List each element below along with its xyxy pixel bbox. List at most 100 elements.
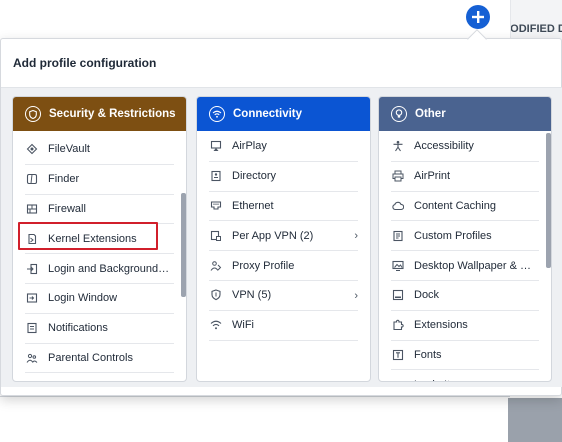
profile-item-per-app-vpn-2[interactable]: Per App VPN (2) › xyxy=(209,221,358,252)
profile-item-label: Finder xyxy=(48,173,80,186)
profile-item-label: Proxy Profile xyxy=(232,259,295,272)
proxy-icon xyxy=(209,259,223,273)
plus-icon xyxy=(472,11,484,23)
wifi-icon xyxy=(209,106,225,122)
profile-item-firewall[interactable]: Firewall xyxy=(25,195,174,225)
content-caching-icon xyxy=(391,199,405,213)
profile-item-wifi[interactable]: WiFi xyxy=(209,311,358,341)
login-window-icon xyxy=(25,291,39,305)
profile-item-label: AirPrint xyxy=(414,170,451,183)
profile-item-ethernet[interactable]: Ethernet xyxy=(209,192,358,222)
profile-item-label: Content Caching xyxy=(414,199,496,212)
profile-item-label: Desktop Wallpaper & S... xyxy=(414,259,536,272)
profile-item-extensions[interactable]: Extensions xyxy=(391,311,539,341)
profile-item-label: Kernel Extensions xyxy=(48,232,137,245)
security-restrictions-title: Security & Restrictions xyxy=(49,108,176,120)
connectivity-header: Connectivity xyxy=(197,97,370,131)
kernel-extension-icon xyxy=(25,232,39,246)
airplay-icon xyxy=(209,139,223,153)
connectivity-title: Connectivity xyxy=(233,108,303,120)
profile-item-label: Directory xyxy=(232,170,277,183)
profile-item-label: Per App VPN (2) xyxy=(232,229,314,242)
extensions-icon xyxy=(391,318,405,332)
airprint-icon xyxy=(391,169,405,183)
profile-item-filevault[interactable]: FileVault xyxy=(25,135,174,165)
profile-item-login-items[interactable]: Login Items xyxy=(391,370,539,381)
profile-item-label: Extensions xyxy=(414,319,468,332)
add-profile-button[interactable] xyxy=(466,5,490,29)
other-header: Other xyxy=(379,97,551,131)
profile-item-kernel-extensions[interactable]: Kernel Extensions xyxy=(25,224,174,255)
profile-item-label: Accessibility xyxy=(414,140,474,153)
add-profile-popover: Add profile configuration Security & Res… xyxy=(0,38,562,396)
shield-icon xyxy=(25,106,41,122)
notifications-icon xyxy=(25,321,39,335)
dock-icon xyxy=(391,288,405,302)
popover-title: Add profile configuration xyxy=(13,56,157,70)
profile-item-label: Login Items xyxy=(414,379,471,381)
chevron-right-icon: › xyxy=(354,289,358,302)
profile-item-directory[interactable]: Directory xyxy=(209,162,358,192)
profile-item-label: Parental Controls xyxy=(48,351,133,364)
profile-item-parental-controls[interactable]: Parental Controls xyxy=(25,344,174,374)
lightbulb-icon xyxy=(391,106,407,122)
profile-item-label: AirPlay xyxy=(232,140,267,153)
profile-item-vpn-5[interactable]: VPN (5) › xyxy=(209,281,358,311)
parental-controls-icon xyxy=(25,351,39,365)
profile-item-label: Custom Profiles xyxy=(414,229,492,242)
profile-item-label: VPN (5) xyxy=(232,289,272,302)
security-restrictions-card: Security & Restrictions FileVault Finder F… xyxy=(12,96,187,382)
accessibility-icon xyxy=(391,139,405,153)
filevault-icon xyxy=(25,142,39,156)
wallpaper-icon xyxy=(391,259,405,273)
security-scrollbar[interactable] xyxy=(181,193,186,297)
security-restrictions-list: FileVault Finder Firewall Kernel Extensions… xyxy=(13,135,186,382)
connectivity-list: AirPlay Directory Ethernet Per App VPN (2) ›… xyxy=(197,132,370,341)
firewall-icon xyxy=(25,202,39,216)
other-card: Other Accessibility AirPrint Content Cachi… xyxy=(378,96,552,382)
profile-item-finder[interactable]: Finder xyxy=(25,165,174,195)
other-title: Other xyxy=(415,108,446,120)
profile-item-proxy-profile[interactable]: Proxy Profile xyxy=(209,251,358,281)
background-overlay xyxy=(508,398,562,442)
profile-item-passcode[interactable]: Passcode xyxy=(25,373,174,382)
profile-item-content-caching[interactable]: Content Caching xyxy=(391,192,539,222)
profile-item-dock[interactable]: Dock xyxy=(391,281,539,311)
profile-item-airplay[interactable]: AirPlay xyxy=(209,132,358,162)
wifi-icon xyxy=(209,318,223,332)
profile-item-label: Fonts xyxy=(414,348,442,361)
connectivity-card: Connectivity AirPlay Directory Ethernet Per… xyxy=(196,96,371,382)
custom-profiles-icon xyxy=(391,229,405,243)
profile-item-notifications[interactable]: Notifications xyxy=(25,314,174,344)
passcode-icon xyxy=(25,381,39,382)
per-app-vpn-icon xyxy=(209,229,223,243)
profile-item-accessibility[interactable]: Accessibility xyxy=(391,132,539,162)
other-scrollbar[interactable] xyxy=(546,133,551,268)
profile-item-label: WiFi xyxy=(232,319,254,332)
profile-item-label: Login and Background ... xyxy=(48,262,170,275)
login-background-icon xyxy=(25,262,39,276)
profile-item-login-and-background[interactable]: Login and Background ... xyxy=(25,254,174,284)
profile-item-fonts[interactable]: Fonts xyxy=(391,341,539,371)
ethernet-icon xyxy=(209,199,223,213)
profile-item-label: Dock xyxy=(414,289,440,302)
column-header-label: MODIFIED DATE xyxy=(510,23,562,35)
profile-item-custom-profiles[interactable]: Custom Profiles xyxy=(391,221,539,252)
profile-item-desktop-wallpaper-s[interactable]: Desktop Wallpaper & S... xyxy=(391,251,539,281)
fonts-icon xyxy=(391,348,405,362)
profile-item-label: FileVault xyxy=(48,143,90,156)
category-columns: Security & Restrictions FileVault Finder F… xyxy=(1,87,562,387)
profile-item-label: Notifications xyxy=(48,322,108,335)
profile-item-label: Ethernet xyxy=(232,199,274,212)
vpn-icon xyxy=(209,288,223,302)
profile-item-label: Firewall xyxy=(48,202,86,215)
finder-icon xyxy=(25,172,39,186)
login-items-icon xyxy=(391,378,405,381)
other-list: Accessibility AirPrint Content Caching Cust… xyxy=(379,132,551,381)
profile-item-login-window[interactable]: Login Window xyxy=(25,284,174,314)
security-restrictions-header: Security & Restrictions xyxy=(13,97,186,131)
directory-icon xyxy=(209,169,223,183)
profile-item-label: Login Window xyxy=(48,292,118,305)
profile-item-airprint[interactable]: AirPrint xyxy=(391,162,539,192)
background-divider xyxy=(0,396,510,397)
